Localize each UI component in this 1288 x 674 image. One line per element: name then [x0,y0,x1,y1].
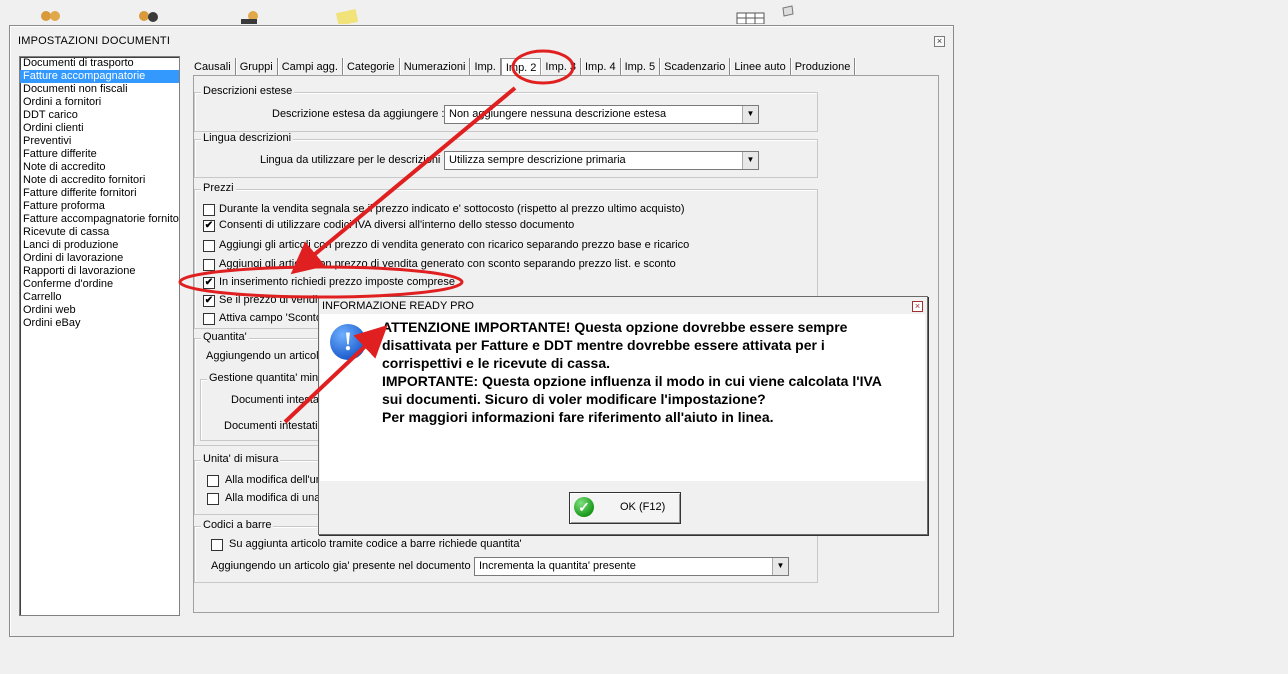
tab-linee-auto[interactable]: Linee auto [730,58,791,76]
group-title: Prezzi [201,182,236,194]
tab-gruppi[interactable]: Gruppi [236,58,278,76]
exclamation-icon: ! [330,324,366,360]
list-item[interactable]: Ordini web [20,304,179,317]
list-item[interactable]: Ricevute di cassa [20,226,179,239]
unita-checkbox-label: Alla modifica di una [225,492,321,504]
list-item[interactable]: Fatture accompagnatorie [20,70,179,83]
lingua-label: Lingua da utilizzare per le descrizioni … [260,154,447,166]
combo-value: Utilizza sempre descrizione primaria [449,154,626,166]
ok-label: OK (F12) [620,501,666,513]
group-title: Codici a barre [201,519,274,531]
chevron-down-icon[interactable]: ▼ [772,558,788,575]
barcode-quantity-label: Su aggiunta articolo tramite codice a ba… [229,538,522,550]
list-item[interactable]: DDT carico [20,109,179,122]
prezzi-checkbox[interactable]: ✔ [203,220,215,232]
close-icon[interactable]: × [912,301,923,312]
group-title: Quantita' [201,331,249,343]
descrizione-estesa-select[interactable]: Non aggiungere nessuna descrizione estes… [444,105,759,124]
list-item[interactable]: Fatture proforma [20,200,179,213]
tab-campi-agg[interactable]: Campi agg. [278,58,343,76]
prezzi-checkbox[interactable] [203,313,215,325]
list-item[interactable]: Ordini di lavorazione [20,252,179,265]
users-icon[interactable] [38,8,64,24]
prezzi-checkbox[interactable]: ✔ [203,295,215,307]
unita-checkbox[interactable] [207,493,219,505]
list-item[interactable]: Ordini a fornitori [20,96,179,109]
list-item[interactable]: Note di accredito [20,161,179,174]
list-item[interactable]: Fatture differite [20,148,179,161]
chevron-down-icon[interactable]: ▼ [742,106,758,123]
combo-value: Incrementa la quantita' presente [479,560,636,572]
list-item[interactable]: Fatture differite fornitori [20,187,179,200]
information-dialog: INFORMAZIONE READY PRO × ! ATTENZIONE IM… [318,296,928,535]
prezzi-checkbox-label: Aggiungi gli articoli con prezzo di vend… [219,239,690,251]
prezzi-checkbox-label: In inserimento richiedi prezzo imposte c… [219,276,455,288]
prezzi-checkbox-label: Durante la vendita segnala se il prezzo … [219,203,685,215]
prezzi-checkbox-label: Consenti di utilizzare codici IVA divers… [219,219,575,231]
dialog-title: INFORMAZIONE READY PRO [322,300,474,312]
prezzi-checkbox[interactable] [203,204,215,216]
list-item[interactable]: Conferme d'ordine [20,278,179,291]
ok-button[interactable]: ✓ OK (F12) [569,492,681,524]
prezzi-checkbox-label: Se il prezzo di vendita [219,294,327,306]
list-item[interactable]: Documenti di trasporto [20,57,179,70]
prezzi-checkbox[interactable]: ✔ [203,277,215,289]
check-icon: ✓ [574,497,594,517]
list-item[interactable]: Ordini eBay [20,317,179,330]
tab-imp-4[interactable]: Imp. 4 [581,58,621,76]
tab-numerazioni[interactable]: Numerazioni [400,58,471,76]
prezzi-checkbox-label: Attiva campo 'Sconto [219,312,322,324]
document-type-list[interactable]: Documenti di trasporto Fatture accompagna… [19,56,180,616]
close-icon[interactable]: × [934,36,945,47]
unita-checkbox[interactable] [207,475,219,487]
notes-icon[interactable] [334,8,360,26]
tab-imp-5[interactable]: Imp. 5 [621,58,661,76]
group-title: Gestione quantita' minim [207,372,332,384]
scroll-icon[interactable] [780,4,806,20]
group-icon[interactable] [136,8,162,24]
tab-scadenzario[interactable]: Scadenzario [660,58,731,76]
group-title: Unita' di misura [201,453,281,465]
prezzi-checkbox[interactable] [203,240,215,252]
group-title: Lingua descrizioni [201,132,294,144]
dialog-body: ! ATTENZIONE IMPORTANTE! Questa opzione … [320,314,925,481]
tab-categorie[interactable]: Categorie [343,58,400,76]
combo-value: Non aggiungere nessuna descrizione estes… [449,108,667,120]
articolo-presente-label: Aggiungendo un articolo gia' presente ne… [211,560,477,572]
tab-bar: Causali Gruppi Campi agg. Categorie Numerazi… [190,58,856,77]
barcode-quantity-checkbox[interactable] [211,539,223,551]
list-item[interactable]: Rapporti di lavorazione [20,265,179,278]
descrizione-estesa-label: Descrizione estesa da aggiungere : [272,108,445,120]
documenti-intestati-label-1: Documenti intestati [231,394,325,406]
tab-produzione[interactable]: Produzione [791,58,856,76]
articolo-presente-select[interactable]: Incrementa la quantita' presente ▼ [474,557,789,576]
prezzi-checkbox-label: Aggiungi gli articoli con prezzo di vend… [219,258,676,270]
tab-imp-3[interactable]: Imp. 3 [541,58,581,76]
agent-icon[interactable] [235,8,261,24]
prezzi-checkbox[interactable] [203,259,215,271]
group-title: Descrizioni estese [201,85,295,97]
documenti-intestati-label-2: Documenti intestati [224,420,318,432]
unita-checkbox-label: Alla modifica dell'un [225,474,322,486]
list-item[interactable]: Documenti non fiscali [20,83,179,96]
lingua-select[interactable]: Utilizza sempre descrizione primaria ▼ [444,151,759,170]
dialog-message: ATTENZIONE IMPORTANTE! Questa opzione do… [382,319,882,425]
list-item[interactable]: Ordini clienti [20,122,179,135]
list-item[interactable]: Carrello [20,291,179,304]
chevron-down-icon[interactable]: ▼ [742,152,758,169]
window-title: IMPOSTAZIONI DOCUMENTI [18,35,171,47]
tab-imp[interactable]: Imp. [470,58,501,76]
list-item[interactable]: Note di accredito fornitori [20,174,179,187]
grid-icon[interactable] [736,8,765,25]
tab-causali[interactable]: Causali [190,58,236,76]
list-item[interactable]: Lanci di produzione [20,239,179,252]
list-item[interactable]: Preventivi [20,135,179,148]
list-item[interactable]: Fatture accompagnatorie fornitori [20,213,179,226]
quantita-label: Aggiungendo un articol [206,350,319,362]
